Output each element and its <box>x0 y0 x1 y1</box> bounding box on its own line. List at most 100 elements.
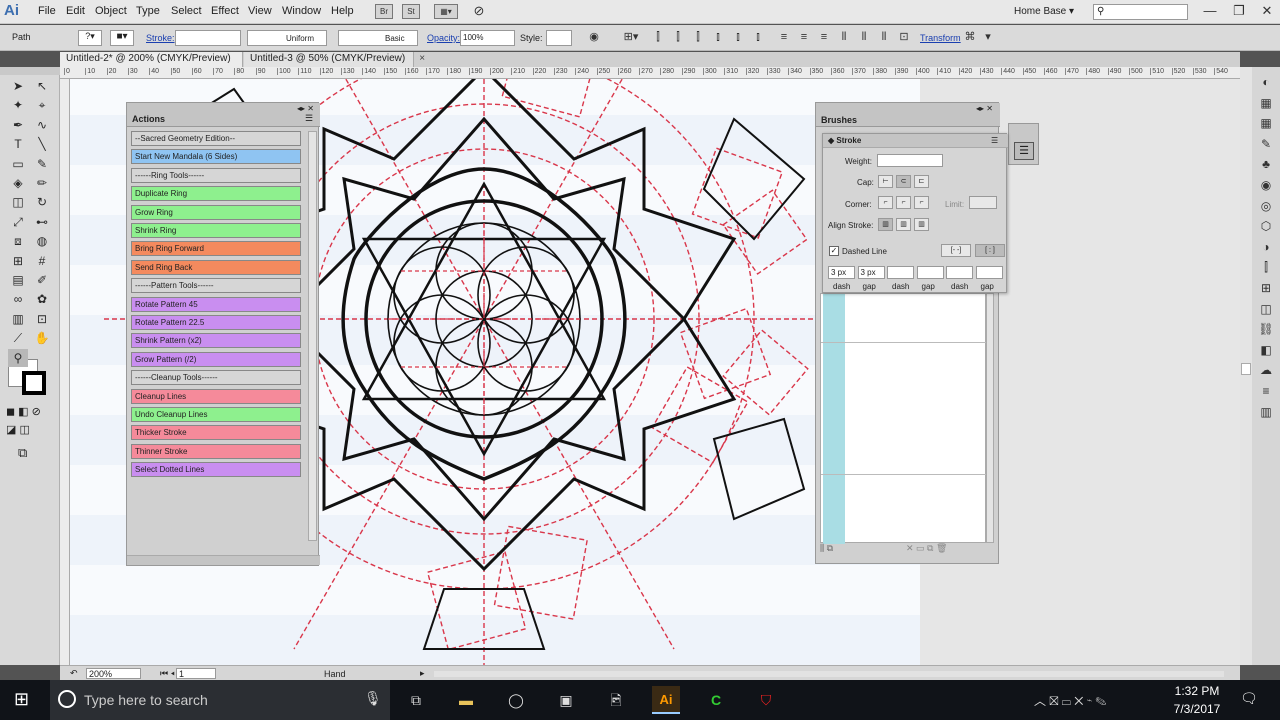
color-guide-panel-icon[interactable]: ▦ <box>1258 96 1274 112</box>
dash-input[interactable] <box>887 266 914 279</box>
fill-swatch[interactable]: ?▾ <box>78 30 102 46</box>
artboard-number-input[interactable]: 1 <box>176 668 216 679</box>
canvas-horizontal-scrollbar[interactable] <box>434 671 1224 677</box>
menu-select[interactable]: Select <box>171 5 202 17</box>
align-right-icon[interactable]: ⫿ <box>690 30 706 45</box>
brushes-panel-icon[interactable]: ✎ <box>1258 137 1274 153</box>
action-item[interactable]: --Sacred Geometry Edition-- <box>131 131 301 146</box>
weight-input[interactable] <box>877 154 943 167</box>
menu-effect[interactable]: Effect <box>211 5 239 17</box>
opacity-label[interactable]: Opacity: <box>427 33 460 43</box>
pathfinder-panel-icon[interactable]: ◫ <box>1258 302 1274 318</box>
action-item[interactable]: Duplicate Ring <box>131 186 301 202</box>
column-graph-tool-icon[interactable]: ▥ <box>8 310 28 328</box>
arrange-documents-icon[interactable]: ▦▾ <box>434 4 458 19</box>
shaper-tool-icon[interactable]: ◈ <box>8 174 28 192</box>
distribute-middle-icon[interactable]: ≡ <box>796 30 812 45</box>
bevel-join-button[interactable]: ⌐ <box>914 196 929 209</box>
perspective-grid-tool-icon[interactable]: ⊞ <box>8 252 28 270</box>
help-search-input[interactable]: ⚲ <box>1093 4 1188 20</box>
artboard-tool-icon[interactable]: ⊡ <box>32 310 52 328</box>
recolor-artwork-icon[interactable]: ◉ <box>586 30 602 45</box>
scroll-thumb[interactable] <box>1241 363 1251 375</box>
action-item[interactable]: Shrink Ring <box>131 223 301 238</box>
align-bottom-icon[interactable]: ⫾ <box>750 30 766 45</box>
notifications-icon[interactable]: 🗨 <box>1240 690 1258 707</box>
dash-input[interactable] <box>946 266 973 279</box>
gap-input[interactable]: 3 px <box>857 266 885 279</box>
projecting-cap-button[interactable]: ⊏ <box>914 175 929 188</box>
shape-builder-tool-icon[interactable]: ◍ <box>32 232 52 250</box>
symbol-sprayer-tool-icon[interactable]: ✿ <box>32 290 52 308</box>
stroke-color-swatch[interactable] <box>22 371 46 395</box>
type-tool-icon[interactable]: T <box>8 135 28 153</box>
transform-link[interactable]: Transform <box>920 33 961 43</box>
distribute-center-icon[interactable]: ⦀ <box>856 30 872 45</box>
gpu-performance-icon[interactable]: ⊘ <box>470 4 488 19</box>
close-button[interactable]: ✕ <box>1252 2 1280 20</box>
slice-tool-icon[interactable]: ⟋ <box>8 329 28 347</box>
blend-tool-icon[interactable]: ∞ <box>8 290 28 308</box>
distribute-top-icon[interactable]: ≡ <box>776 30 792 45</box>
free-transform-tool-icon[interactable]: ⧈ <box>8 232 28 250</box>
brush-list[interactable] <box>820 293 987 544</box>
butt-cap-button[interactable]: ⊢ <box>878 175 893 188</box>
menu-view[interactable]: View <box>248 5 272 17</box>
miter-join-button[interactable]: ⌐ <box>878 196 893 209</box>
menu-edit[interactable]: Edit <box>66 5 85 17</box>
action-item[interactable]: Thicker Stroke <box>131 425 301 441</box>
rotate-view-icon[interactable]: ↶ <box>70 668 78 679</box>
workspace-switcher[interactable]: Home Base ▾ <box>1014 6 1074 17</box>
transform-panel-icon[interactable]: ⊞ <box>1258 281 1274 297</box>
actions-title[interactable]: Actions <box>132 114 165 124</box>
distribute-bottom-icon[interactable]: ≡ <box>816 30 832 45</box>
libraries-panel-icon[interactable]: ☁ <box>1258 363 1274 379</box>
action-item[interactable]: Undo Cleanup Lines <box>131 407 301 422</box>
direct-selection-tool-icon[interactable]: ↖ <box>32 77 52 95</box>
line-segment-tool-icon[interactable]: ╲ <box>32 135 52 153</box>
align-to-icon[interactable]: ⊞▾ <box>620 30 642 45</box>
align-top-icon[interactable]: ⫾ <box>710 30 726 45</box>
action-item[interactable]: ------Cleanup Tools------ <box>131 370 301 386</box>
align-center-button[interactable]: ▥ <box>878 218 893 231</box>
brush-libraries-icon[interactable]: ⫼ ⧉ <box>820 543 833 554</box>
microphone-icon[interactable]: 🎙 <box>364 690 382 707</box>
stroke-label[interactable]: Stroke: <box>146 33 175 43</box>
stroke-swatch[interactable]: ■▾ <box>110 30 134 46</box>
brushes-scrollbar[interactable] <box>986 293 994 543</box>
brush-definition[interactable]: Basic <box>338 30 418 46</box>
swatches-panel-icon[interactable]: ▦ <box>1258 116 1274 132</box>
restore-button[interactable]: ❐ <box>1224 2 1254 20</box>
brush-actions-icons[interactable]: ✕ ▭ ⧉ 🗑 <box>906 543 947 554</box>
round-cap-button[interactable]: ⊂ <box>896 175 911 188</box>
panel-menu-icon[interactable]: ☰ <box>991 136 998 145</box>
opacity-input[interactable]: 100% <box>460 30 515 46</box>
layers-panel-icon[interactable]: ⬡ <box>1258 219 1274 235</box>
task-view-icon[interactable]: ⧉ <box>402 686 430 714</box>
action-item[interactable]: Select Dotted Lines <box>131 462 301 478</box>
gap-input[interactable] <box>916 266 944 279</box>
gradient-panel-icon[interactable]: ▥ <box>1258 405 1274 421</box>
close-icon[interactable]: × <box>419 53 425 64</box>
menu-object[interactable]: Object <box>95 5 127 17</box>
align-panel-icon[interactable]: ⫿ <box>1258 260 1274 276</box>
transparency-panel-icon[interactable]: ◑ <box>1258 240 1274 256</box>
action-item[interactable]: Send Ring Back <box>131 259 301 275</box>
antivirus-icon[interactable]: ⛉ <box>752 686 780 714</box>
lasso-tool-icon[interactable]: ⌖ <box>32 96 52 114</box>
action-item[interactable]: Grow Pattern (/2) <box>131 351 301 367</box>
action-item[interactable]: Rotate Pattern 45 <box>131 296 301 312</box>
rectangle-tool-icon[interactable]: ▭ <box>8 155 28 173</box>
stroke-panel-icon[interactable]: ≡ <box>1258 384 1274 400</box>
menu-file[interactable]: File <box>38 5 56 17</box>
clock-date[interactable]: 7/3/2017 <box>1162 702 1232 716</box>
preserve-dash-button[interactable]: [- -] <box>941 244 971 257</box>
screen-mode-icon[interactable]: ⧉ <box>18 445 27 461</box>
tab-untitled-3[interactable]: Untitled-3 @ 50% (CMYK/Preview) × <box>244 52 425 67</box>
toolbox-grip[interactable] <box>0 67 60 75</box>
zoom-input[interactable]: 200% <box>86 668 141 679</box>
mesh-tool-icon[interactable]: # <box>32 252 52 270</box>
camtasia-icon[interactable]: C <box>702 686 730 714</box>
graphic-style-picker[interactable] <box>546 30 572 46</box>
width-tool-icon[interactable]: ⊷ <box>32 213 52 231</box>
